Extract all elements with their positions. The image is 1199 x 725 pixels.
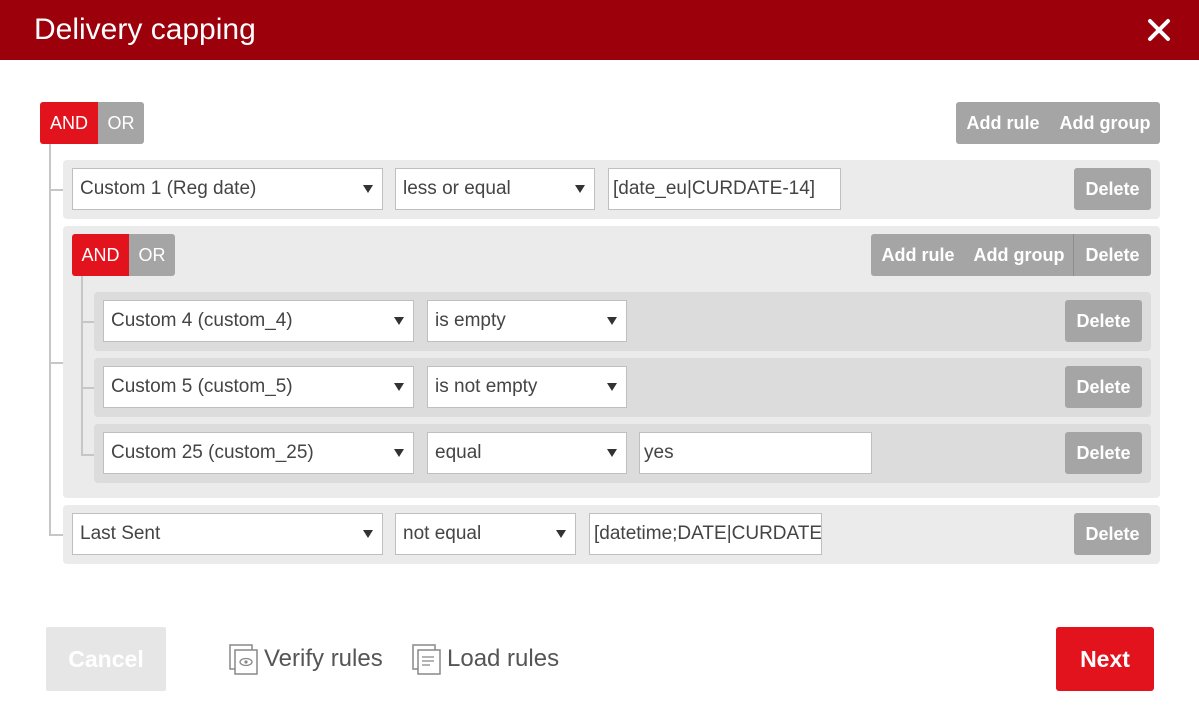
chevron-down-icon <box>363 530 373 538</box>
load-icon <box>412 644 441 675</box>
chevron-down-icon <box>394 449 404 457</box>
rule-1-operator-value: less or equal <box>403 178 511 199</box>
nested-rule-3-operator-select[interactable]: equal <box>427 432 627 474</box>
chevron-down-icon <box>394 317 404 325</box>
next-button[interactable]: Next <box>1056 627 1154 691</box>
rule-1-operator-select[interactable]: less or equal <box>395 168 595 210</box>
nested-tree-line <box>81 276 83 456</box>
nested-rule-3-delete-button[interactable]: Delete <box>1065 432 1142 474</box>
nested-branch-3 <box>81 454 94 456</box>
chevron-down-icon <box>556 530 566 538</box>
close-icon[interactable] <box>1147 14 1171 44</box>
chevron-down-icon <box>607 383 617 391</box>
dialog-title: Delivery capping <box>34 13 256 46</box>
chevron-down-icon <box>607 449 617 457</box>
nested-rule-1-field-value: Custom 4 (custom_4) <box>111 310 293 331</box>
root-add-rule-button[interactable]: Add rule <box>956 102 1050 144</box>
chevron-down-icon <box>607 317 617 325</box>
verify-rules-button[interactable]: Verify rules <box>229 643 383 675</box>
nested-branch-1 <box>81 321 94 323</box>
nested-rule-1-delete-button[interactable]: Delete <box>1065 300 1142 342</box>
nested-branch-2 <box>81 387 94 389</box>
cancel-button[interactable]: Cancel <box>46 627 166 691</box>
chevron-down-icon <box>394 383 404 391</box>
root-add-group-button[interactable]: Add group <box>1050 102 1160 144</box>
nested-rule-1-operator-value: is empty <box>435 310 506 331</box>
rule-2-delete-button[interactable]: Delete <box>1074 513 1151 555</box>
nested-rule-1-operator-select[interactable]: is empty <box>427 300 627 342</box>
chevron-down-icon <box>363 185 373 193</box>
nested-rule-3-operator-value: equal <box>435 442 482 463</box>
nested-rule-1-field-select[interactable]: Custom 4 (custom_4) <box>103 300 414 342</box>
nested-and-button[interactable]: AND <box>72 234 129 276</box>
verify-rules-label: Verify rules <box>264 645 383 672</box>
rule-2-value-input[interactable] <box>589 513 822 555</box>
nested-add-rule-button[interactable]: Add rule <box>871 234 965 276</box>
nested-or-button[interactable]: OR <box>129 234 175 276</box>
nested-rule-2-operator-value: is not empty <box>435 376 538 397</box>
nested-rule-2-operator-select[interactable]: is not empty <box>427 366 627 408</box>
rule-2-operator-select[interactable]: not equal <box>395 513 576 555</box>
rule-1-delete-button[interactable]: Delete <box>1074 168 1151 210</box>
dialog-header: Delivery capping <box>0 0 1199 60</box>
load-rules-label: Load rules <box>447 645 560 672</box>
chevron-down-icon <box>575 185 585 193</box>
rule-1-field-select[interactable]: Custom 1 (Reg date) <box>72 168 383 210</box>
nested-delete-group-button[interactable]: Delete <box>1074 234 1151 276</box>
nested-rule-2-field-value: Custom 5 (custom_5) <box>111 376 293 397</box>
nested-rule-2-field-select[interactable]: Custom 5 (custom_5) <box>103 366 414 408</box>
nested-condition-toggle: AND OR <box>72 234 175 276</box>
nested-rule-3-value-input[interactable] <box>639 432 872 474</box>
root-or-button[interactable]: OR <box>98 102 144 144</box>
root-branch-2 <box>49 362 63 364</box>
rule-1-field-value: Custom 1 (Reg date) <box>80 178 257 199</box>
rule-2-field-value: Last Sent <box>80 523 161 544</box>
root-branch-3 <box>49 534 63 536</box>
rule-2-field-select[interactable]: Last Sent <box>72 513 383 555</box>
root-actions: Add rule Add group <box>956 102 1160 144</box>
nested-rule-3-field-select[interactable]: Custom 25 (custom_25) <box>103 432 414 474</box>
nested-rule-3-field-value: Custom 25 (custom_25) <box>111 442 314 463</box>
root-condition-toggle: AND OR <box>40 102 144 144</box>
nested-add-group-button[interactable]: Add group <box>965 234 1073 276</box>
nested-rule-2-delete-button[interactable]: Delete <box>1065 366 1142 408</box>
load-rules-button[interactable]: Load rules <box>412 643 559 675</box>
rule-2-operator-value: not equal <box>403 523 482 544</box>
verify-icon <box>229 644 258 675</box>
root-branch-1 <box>49 189 63 191</box>
rule-1-value-input[interactable] <box>608 168 841 210</box>
root-tree-line <box>49 144 51 536</box>
nested-actions: Add rule Add group Delete <box>871 234 1151 276</box>
root-and-button[interactable]: AND <box>40 102 98 144</box>
